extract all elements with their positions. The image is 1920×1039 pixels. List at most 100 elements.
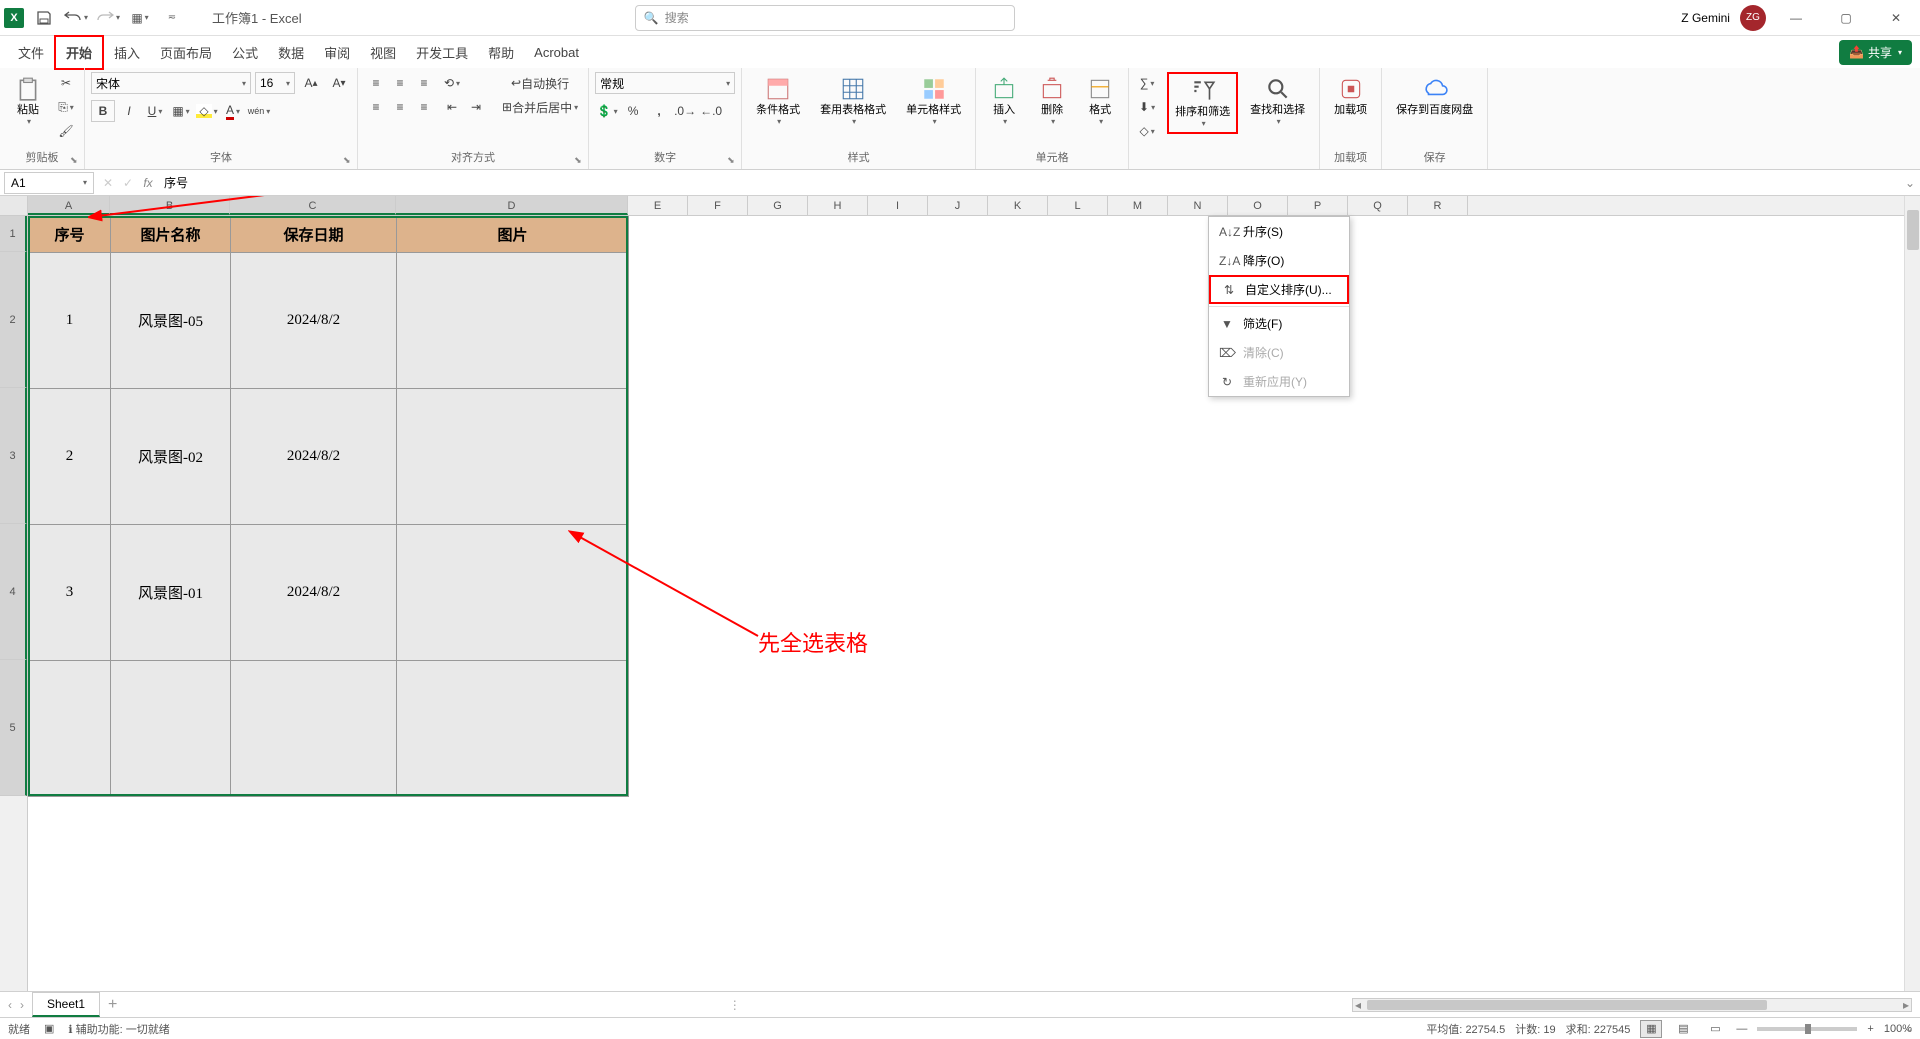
bold-button[interactable]: B xyxy=(91,100,115,122)
col-header-M[interactable]: M xyxy=(1108,196,1168,215)
tab-help[interactable]: 帮助 xyxy=(478,37,524,68)
view-layout-icon[interactable]: ▤ xyxy=(1672,1020,1694,1038)
phonetic-button[interactable]: wén▾ xyxy=(247,100,271,122)
cut-icon[interactable]: ✂ xyxy=(54,72,78,94)
underline-button[interactable]: U▾ xyxy=(143,100,167,122)
increase-font-icon[interactable]: A▴ xyxy=(299,72,323,94)
save-icon[interactable] xyxy=(32,6,56,30)
zoom-out-icon[interactable]: — xyxy=(1736,1023,1747,1035)
fill-icon[interactable]: ⬇▾ xyxy=(1135,96,1159,118)
col-header-E[interactable]: E xyxy=(628,196,688,215)
row-header-5[interactable]: 5 xyxy=(0,660,27,796)
format-table-button[interactable]: 套用表格格式▾ xyxy=(812,72,894,130)
cancel-formula-icon[interactable]: ✕ xyxy=(98,176,118,190)
spreadsheet-grid[interactable]: ABCDEFGHIJKLMNOPQR 12345 序号图片名称保存日期图片1风景… xyxy=(0,196,1920,991)
tab-insert[interactable]: 插入 xyxy=(104,37,150,68)
wrap-text-button[interactable]: ↩ 自动换行 xyxy=(498,72,582,94)
col-header-J[interactable]: J xyxy=(928,196,988,215)
col-header-N[interactable]: N xyxy=(1168,196,1228,215)
font-launcher[interactable]: ⬊ xyxy=(343,155,355,167)
merge-button[interactable]: ⊞ 合并后居中▾ xyxy=(498,96,582,118)
view-normal-icon[interactable]: ▦ xyxy=(1640,1020,1662,1038)
format-painter-icon[interactable]: 🖌 xyxy=(54,120,78,142)
add-sheet-icon[interactable]: + xyxy=(108,996,117,1014)
tab-formulas[interactable]: 公式 xyxy=(222,37,268,68)
percent-icon[interactable]: % xyxy=(621,100,645,122)
table-cell[interactable]: 风景图-02 xyxy=(111,389,231,525)
status-recorder-icon[interactable]: ▣ xyxy=(44,1022,54,1035)
select-all-corner[interactable] xyxy=(0,196,28,215)
col-header-P[interactable]: P xyxy=(1288,196,1348,215)
table-cell[interactable] xyxy=(231,661,397,797)
table-header-cell[interactable]: 图片 xyxy=(397,217,629,253)
clear-icon[interactable]: ◇▾ xyxy=(1135,120,1159,142)
align-right-icon[interactable]: ≡ xyxy=(412,96,436,118)
sheet-tab[interactable]: Sheet1 xyxy=(32,992,100,1017)
tab-dev[interactable]: 开发工具 xyxy=(406,37,478,68)
expand-formula-icon[interactable]: ⌄ xyxy=(1900,176,1920,190)
table-cell[interactable] xyxy=(397,661,629,797)
search-input[interactable]: 🔍 搜索 xyxy=(635,5,1015,31)
find-select-button[interactable]: 查找和选择▾ xyxy=(1242,72,1313,130)
align-launcher[interactable]: ⬊ xyxy=(574,155,586,167)
col-header-O[interactable]: O xyxy=(1228,196,1288,215)
table-cell[interactable] xyxy=(111,661,231,797)
col-header-B[interactable]: B xyxy=(110,196,230,215)
row-header-3[interactable]: 3 xyxy=(0,388,27,524)
col-header-G[interactable]: G xyxy=(748,196,808,215)
col-header-Q[interactable]: Q xyxy=(1348,196,1408,215)
font-size-select[interactable]: 16▾ xyxy=(255,72,295,94)
tab-view[interactable]: 视图 xyxy=(360,37,406,68)
italic-button[interactable]: I xyxy=(117,100,141,122)
view-pagebreak-icon[interactable]: ▭ xyxy=(1704,1020,1726,1038)
undo-icon[interactable]: ▾ xyxy=(64,6,88,30)
sheet-prev-icon[interactable]: ‹ xyxy=(8,998,12,1012)
share-button[interactable]: 📤 共享 ▾ xyxy=(1839,40,1912,65)
redo-icon[interactable]: ▾ xyxy=(96,6,120,30)
number-launcher[interactable]: ⬊ xyxy=(727,155,739,167)
collapse-ribbon-icon[interactable]: ⌄ xyxy=(1904,1021,1914,1035)
table-cell[interactable]: 风景图-05 xyxy=(111,253,231,389)
table-cell[interactable]: 风景图-01 xyxy=(111,525,231,661)
custom-sort-item[interactable]: ⇅自定义排序(U)... xyxy=(1209,275,1349,304)
sort-filter-button[interactable]: 排序和筛选▾ xyxy=(1167,72,1238,134)
align-left-icon[interactable]: ≡ xyxy=(364,96,388,118)
sheet-next-icon[interactable]: › xyxy=(20,998,24,1012)
clipboard-launcher[interactable]: ⬊ xyxy=(70,155,82,167)
qat-customize-icon[interactable]: ▦▾ xyxy=(128,6,152,30)
horizontal-scrollbar[interactable]: ◂ ▸ xyxy=(1352,998,1912,1012)
minimize-button[interactable]: — xyxy=(1776,3,1816,33)
currency-icon[interactable]: 💲▾ xyxy=(595,100,619,122)
tab-acrobat[interactable]: Acrobat xyxy=(524,39,589,66)
font-color-button[interactable]: A▾ xyxy=(221,100,245,122)
zoom-slider[interactable] xyxy=(1757,1027,1857,1031)
paste-button[interactable]: 粘贴▾ xyxy=(6,72,50,130)
tab-file[interactable]: 文件 xyxy=(8,37,54,68)
table-cell[interactable]: 2024/8/2 xyxy=(231,525,397,661)
sort-asc-item[interactable]: A↓Z升序(S) xyxy=(1209,217,1349,246)
name-box[interactable]: A1▾ xyxy=(4,172,94,194)
delete-cells-button[interactable]: 删除▾ xyxy=(1030,72,1074,130)
col-header-A[interactable]: A xyxy=(28,196,110,215)
table-cell[interactable]: 2024/8/2 xyxy=(231,253,397,389)
orientation-icon[interactable]: ⟲▾ xyxy=(440,72,464,94)
increase-decimal-icon[interactable]: .0→ xyxy=(673,100,697,122)
zoom-in-icon[interactable]: + xyxy=(1867,1023,1873,1035)
user-avatar[interactable]: ZG xyxy=(1740,5,1766,31)
row-header-4[interactable]: 4 xyxy=(0,524,27,660)
increase-indent-icon[interactable]: ⇥ xyxy=(464,96,488,118)
col-header-R[interactable]: R xyxy=(1408,196,1468,215)
font-select[interactable]: 宋体▾ xyxy=(91,72,251,94)
comma-icon[interactable]: , xyxy=(647,100,671,122)
decrease-indent-icon[interactable]: ⇤ xyxy=(440,96,464,118)
maximize-button[interactable]: ▢ xyxy=(1826,3,1866,33)
formula-input[interactable]: 序号 xyxy=(158,174,1900,191)
close-button[interactable]: ✕ xyxy=(1876,3,1916,33)
col-header-L[interactable]: L xyxy=(1048,196,1108,215)
copy-icon[interactable]: ⎘▾ xyxy=(54,96,78,118)
addins-button[interactable]: 加载项 xyxy=(1326,72,1375,121)
save-baidu-button[interactable]: 保存到百度网盘 xyxy=(1388,72,1481,121)
table-cell[interactable] xyxy=(397,389,629,525)
fx-icon[interactable]: fx xyxy=(138,176,158,190)
col-header-C[interactable]: C xyxy=(230,196,396,215)
